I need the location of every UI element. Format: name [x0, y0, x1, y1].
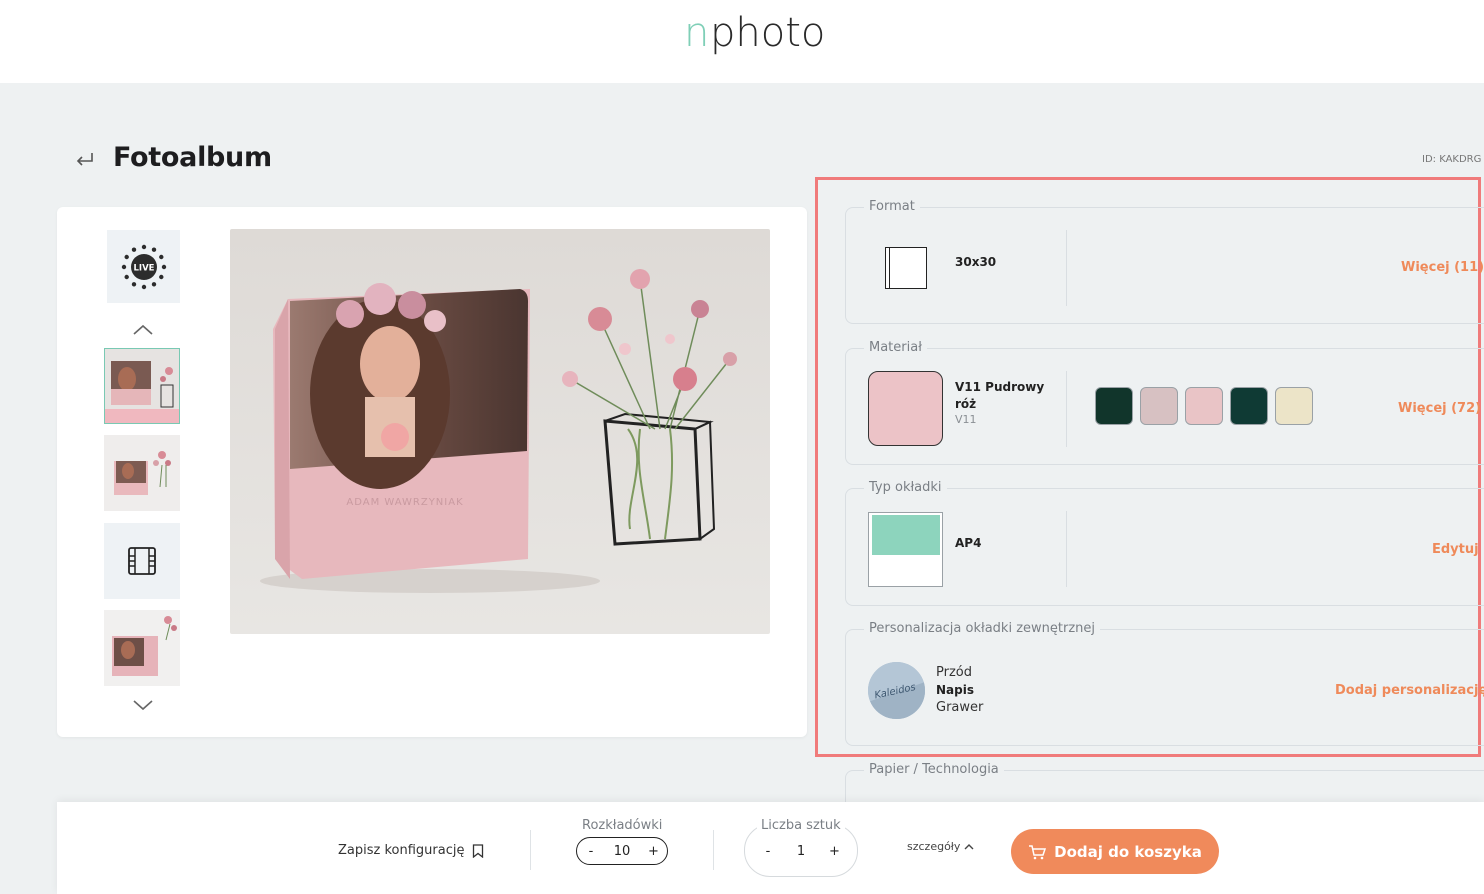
nphoto-logo-icon: n photo — [684, 10, 825, 56]
film-icon — [128, 547, 156, 575]
svg-text:photo: photo — [710, 10, 825, 56]
gallery-card: LIVE ADAM WAWRZYNIAK — [57, 207, 807, 737]
personalization-position: Przód — [936, 665, 972, 680]
material-swatch-grey-pink[interactable] — [1140, 387, 1178, 425]
svg-text:ADAM WAWRZYNIAK: ADAM WAWRZYNIAK — [346, 497, 463, 508]
cover-type-value: AP4 — [955, 536, 982, 550]
personalization-method: Grawer — [936, 700, 984, 715]
material-name: V11 Pudrowy róż — [955, 380, 1045, 411]
divider — [1066, 230, 1067, 306]
chevron-down-icon[interactable] — [131, 697, 155, 713]
add-to-cart-button[interactable]: Dodaj do koszyka — [1011, 829, 1219, 874]
site-header: n photo — [0, 0, 1484, 83]
divider — [1066, 371, 1067, 447]
personalization-legend: Personalizacja okładki zewnętrznej — [864, 621, 1100, 636]
section-material: Materiał V11 Pudrowy róż V11 Więcej (72) — [845, 340, 1484, 465]
save-configuration-label: Zapisz konfigurację — [338, 843, 465, 858]
material-swatch-dark-green[interactable] — [1095, 387, 1133, 425]
add-personalization-link[interactable]: Dodaj personalizację — [1335, 683, 1484, 698]
material-code: V11 — [955, 413, 977, 426]
section-personalization: Personalizacja okładki zewnętrznej Kalei… — [845, 621, 1484, 746]
live-preview-button[interactable]: LIVE — [107, 230, 180, 303]
gallery-video-thumbnail[interactable] — [104, 523, 180, 599]
bookmark-icon — [473, 843, 484, 858]
quantity-minus-button[interactable]: - — [763, 844, 773, 859]
paper-legend: Papier / Technologia — [864, 762, 1004, 777]
material-swatch-cream[interactable] — [1275, 387, 1313, 425]
cover-type-legend: Typ okładki — [864, 480, 947, 495]
divider — [1066, 511, 1067, 587]
svg-text:LIVE: LIVE — [133, 263, 154, 273]
spreads-stepper: - 10 + — [576, 837, 668, 865]
details-label: szczegóły — [907, 840, 961, 853]
bottom-action-bar: Zapisz konfigurację Rozkładówki - 10 + L… — [57, 802, 1484, 894]
section-format: Format 30x30 Więcej (11) — [845, 199, 1484, 324]
page-title: Fotoalbum — [113, 142, 272, 173]
format-square-icon — [885, 247, 927, 289]
svg-text:n: n — [684, 10, 709, 56]
quantity-label: Liczba sztuk — [757, 818, 845, 833]
chevron-up-small-icon — [964, 843, 974, 849]
cart-icon — [1029, 844, 1047, 859]
nphoto-logo[interactable]: n photo — [684, 10, 830, 60]
spreads-value[interactable]: 10 — [614, 844, 631, 859]
format-legend: Format — [864, 199, 920, 214]
spreads-label: Rozkładówki — [578, 818, 667, 833]
material-legend: Materiał — [864, 340, 927, 355]
spreads-minus-button[interactable]: - — [586, 844, 596, 859]
add-to-cart-label: Dodaj do koszyka — [1054, 842, 1202, 861]
gallery-thumbnail-1[interactable] — [104, 348, 180, 424]
spreads-plus-button[interactable]: + — [648, 844, 659, 859]
chevron-up-icon[interactable] — [131, 322, 155, 338]
divider — [713, 830, 714, 870]
material-swatch-dark-teal[interactable] — [1230, 387, 1268, 425]
gallery-thumbnail-3[interactable] — [104, 610, 180, 686]
back-arrow-icon[interactable] — [72, 148, 96, 170]
engraving-preview-icon: Kaleidos — [868, 662, 925, 719]
cover-type-preview-icon — [868, 512, 943, 587]
material-selected-swatch[interactable] — [868, 371, 943, 446]
cover-type-edit-link[interactable]: Edytuj — [1432, 542, 1479, 557]
material-more-link[interactable]: Więcej (72) — [1398, 401, 1481, 416]
material-swatch-light-pink[interactable] — [1185, 387, 1223, 425]
personalization-type: Napis — [936, 683, 974, 697]
gallery-thumbnail-2[interactable] — [104, 435, 180, 511]
section-cover-type: Typ okładki AP4 Edytuj — [845, 480, 1484, 606]
quantity-stepper: - 1 + — [754, 837, 848, 865]
details-toggle[interactable]: szczegóły — [907, 840, 974, 853]
divider — [530, 830, 531, 870]
product-id: ID: KAKDRG — [1422, 154, 1482, 165]
save-configuration-button[interactable]: Zapisz konfigurację — [338, 843, 484, 858]
live-icon: LIVE — [121, 244, 166, 289]
format-value: 30x30 — [955, 255, 997, 269]
quantity-value[interactable]: 1 — [797, 844, 805, 859]
quantity-plus-button[interactable]: + — [829, 844, 840, 859]
main-product-photo: ADAM WAWRZYNIAK — [230, 229, 770, 634]
format-more-link[interactable]: Więcej (11) — [1401, 260, 1484, 275]
